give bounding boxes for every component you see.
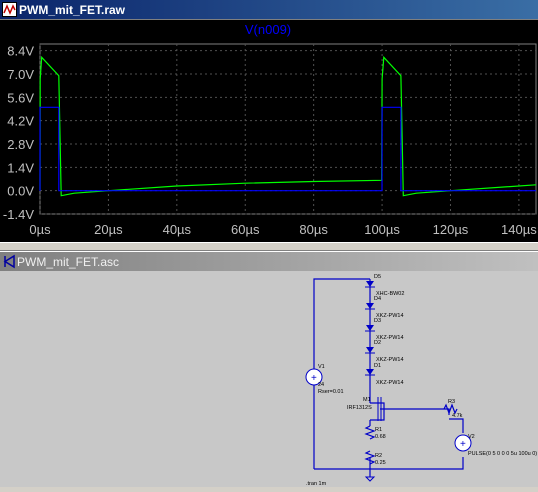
- x-tick-label: 100µs: [364, 222, 400, 237]
- r3-label: R3: [448, 399, 455, 405]
- v1-label: V1: [318, 364, 325, 370]
- d5-label: D5: [374, 274, 381, 280]
- d1-model: XKZ-PW14: [376, 380, 404, 386]
- y-tick-label: 1.4V: [7, 160, 34, 175]
- x-tick-label: 140µs: [501, 222, 537, 237]
- schematic-window-title: PWM_mit_FET.asc: [17, 255, 120, 269]
- waveform-icon: [2, 2, 17, 17]
- waveform-chart[interactable]: 8.4V 7.0V 5.6V 4.2V 2.8V 1.4V 0.0V -1.4V0µs 20µs…: [0, 20, 538, 242]
- tran-directive: .tran 1m: [306, 481, 327, 487]
- y-tick-label: -1.4V: [3, 207, 34, 222]
- schematic-canvas[interactable]: + + D5 XHC-BW02 D4 XKZ-PW14 D3 XKZ-PW14 …: [0, 271, 538, 487]
- schematic-icon: [3, 254, 15, 269]
- x-tick-label: 0µs: [29, 222, 51, 237]
- wire-top-left: [313, 278, 370, 372]
- plot-frame: [39, 43, 537, 215]
- x-tick-label: 60µs: [231, 222, 260, 237]
- y-tick-label: 5.6V: [7, 90, 34, 105]
- d1-label: D1: [374, 363, 381, 369]
- wire-drain: [370, 402, 385, 409]
- v2-value: PULSE(0 5 0 0 0 5u 100u 0): [468, 451, 537, 457]
- y-tick-label: 8.4V: [7, 44, 34, 59]
- waveform-plot[interactable]: 8.4V 7.0V 5.6V 4.2V 2.8V 1.4V 0.0V -1.4V 0µs 20µs…: [0, 20, 538, 242]
- ground-symbol: [364, 476, 376, 482]
- m1-model: IRF1312S: [347, 405, 372, 411]
- v1-value: 24: [318, 382, 324, 388]
- mosfet-symbol[interactable]: [377, 397, 382, 421]
- d4-label: D4: [374, 296, 381, 302]
- schematic-window-titlebar[interactable]: PWM_mit_FET.asc: [0, 251, 538, 271]
- waveform-window-titlebar[interactable]: PWM_mit_FET.raw: [0, 0, 538, 20]
- v2-label: V2: [468, 434, 475, 440]
- svg-text:+: +: [460, 439, 466, 450]
- wire-gate: [380, 408, 450, 415]
- wire-source: [370, 409, 385, 421]
- series-line-1: [39, 55, 537, 197]
- r1-symbol[interactable]: [364, 425, 376, 440]
- r2-value: 0.25: [375, 460, 386, 466]
- d2-label: D2: [374, 340, 381, 346]
- wire-bottom: [314, 457, 464, 470]
- series-line-2: [39, 106, 536, 192]
- v1-rser: Rser=0.01: [318, 389, 344, 395]
- y-tick-label: 4.2V: [7, 114, 34, 129]
- d3-label: D3: [374, 318, 381, 324]
- r3-value: 4.7k: [452, 413, 463, 419]
- x-tick-label: 20µs: [94, 222, 123, 237]
- m1-label: M1: [363, 397, 371, 403]
- svg-text:+: +: [311, 373, 317, 384]
- x-tick-label: 40µs: [163, 222, 192, 237]
- trace-title: V(n009): [245, 22, 291, 37]
- y-tick-label: 7.0V: [7, 67, 34, 82]
- y-tick-label: 2.8V: [7, 137, 34, 152]
- waveform-window-title: PWM_mit_FET.raw: [19, 3, 126, 17]
- r1-label: R1: [375, 427, 382, 433]
- x-tick-label: 120µs: [433, 222, 469, 237]
- r1-value: 0.68: [375, 434, 386, 440]
- r2-label: R2: [375, 453, 382, 459]
- x-tick-label: 80µs: [299, 222, 328, 237]
- pane-splitter[interactable]: [0, 242, 538, 251]
- wire-r3-v2: [449, 418, 464, 433]
- y-tick-label: 0.0V: [7, 184, 34, 199]
